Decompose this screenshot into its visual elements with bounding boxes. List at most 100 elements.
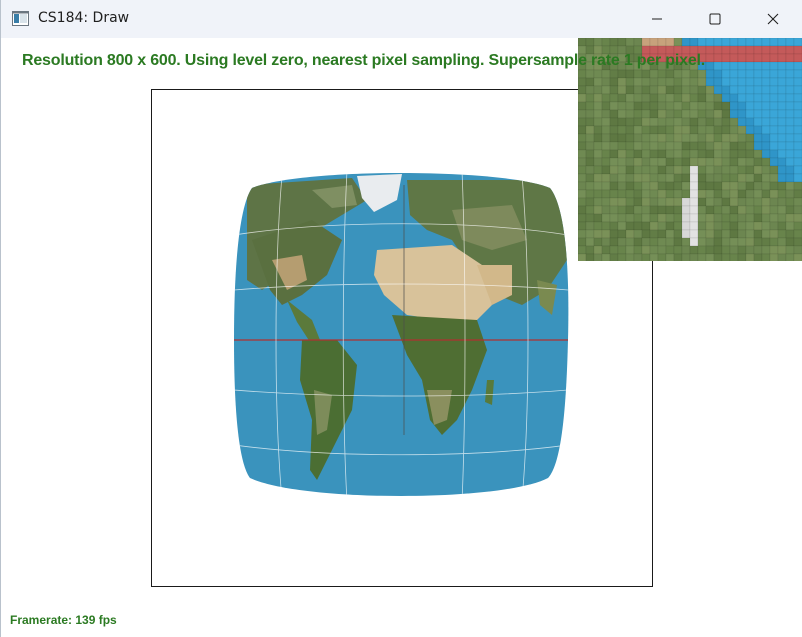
zoom-pixel bbox=[673, 197, 683, 207]
zoom-pixel bbox=[721, 141, 731, 151]
zoom-pixel bbox=[705, 117, 715, 127]
zoom-pixel bbox=[617, 117, 627, 127]
zoom-pixel bbox=[729, 189, 739, 199]
zoom-pixel bbox=[593, 133, 603, 143]
zoom-pixel bbox=[729, 205, 739, 215]
zoom-pixel bbox=[649, 213, 659, 223]
zoom-pixel bbox=[617, 141, 627, 151]
zoom-pixel bbox=[625, 117, 635, 127]
zoom-pixel bbox=[681, 221, 691, 231]
zoom-pixel bbox=[785, 125, 795, 135]
zoom-pixel bbox=[713, 45, 723, 55]
zoom-pixel bbox=[769, 85, 779, 95]
zoom-pixel bbox=[729, 61, 739, 71]
zoom-pixel bbox=[689, 38, 699, 47]
zoom-pixel bbox=[697, 253, 707, 261]
zoom-pixel bbox=[705, 253, 715, 261]
zoom-pixel bbox=[681, 253, 691, 261]
zoom-pixel bbox=[737, 101, 747, 111]
zoom-pixel bbox=[721, 38, 731, 47]
zoom-pixel bbox=[593, 93, 603, 103]
zoom-pixel bbox=[737, 165, 747, 175]
zoom-pixel bbox=[657, 189, 667, 199]
zoom-pixel bbox=[777, 213, 787, 223]
zoom-pixel bbox=[649, 109, 659, 119]
zoom-pixel bbox=[697, 189, 707, 199]
zoom-pixel bbox=[689, 237, 699, 247]
zoom-pixel bbox=[649, 181, 659, 191]
magnified-pixel-grid bbox=[578, 38, 802, 261]
zoom-pixel bbox=[673, 149, 683, 159]
zoom-pixel bbox=[649, 133, 659, 143]
zoom-pixel bbox=[729, 181, 739, 191]
zoom-pixel bbox=[601, 237, 611, 247]
zoom-pixel bbox=[793, 245, 802, 255]
zoom-pixel bbox=[609, 38, 619, 47]
zoom-pixel bbox=[753, 149, 763, 159]
zoom-pixel bbox=[785, 45, 795, 55]
zoom-pixel bbox=[625, 229, 635, 239]
maximize-button[interactable] bbox=[686, 0, 744, 38]
zoom-pixel bbox=[705, 245, 715, 255]
zoom-pixel bbox=[665, 38, 675, 47]
zoom-pixel bbox=[617, 38, 627, 47]
zoom-pixel bbox=[737, 189, 747, 199]
zoom-pixel bbox=[673, 173, 683, 183]
zoom-pixel bbox=[793, 125, 802, 135]
zoom-pixel bbox=[777, 77, 787, 87]
zoom-pixel bbox=[585, 117, 595, 127]
zoom-pixel bbox=[777, 165, 787, 175]
zoom-pixel bbox=[625, 77, 635, 87]
draw-canvas-area[interactable]: Resolution 800 x 600. Using level zero, … bbox=[1, 38, 802, 637]
zoom-pixel bbox=[785, 85, 795, 95]
zoom-pixel bbox=[641, 213, 651, 223]
close-button[interactable] bbox=[744, 0, 802, 38]
zoom-pixel bbox=[593, 165, 603, 175]
zoom-pixel bbox=[769, 237, 779, 247]
zoom-pixel bbox=[761, 229, 771, 239]
zoom-pixel bbox=[713, 157, 723, 167]
zoom-pixel bbox=[793, 101, 802, 111]
zoom-pixel bbox=[737, 117, 747, 127]
zoom-pixel bbox=[713, 61, 723, 71]
zoom-pixel bbox=[657, 197, 667, 207]
zoom-pixel bbox=[705, 69, 715, 79]
zoom-pixel bbox=[721, 101, 731, 111]
zoom-pixel bbox=[681, 133, 691, 143]
zoom-pixel bbox=[601, 149, 611, 159]
zoom-pixel bbox=[737, 61, 747, 71]
zoom-pixel bbox=[785, 213, 795, 223]
zoom-pixel bbox=[761, 149, 771, 159]
zoom-pixel bbox=[793, 165, 802, 175]
zoom-pixel bbox=[649, 125, 659, 135]
zoom-pixel bbox=[689, 93, 699, 103]
zoom-pixel bbox=[609, 181, 619, 191]
zoom-pixel bbox=[777, 69, 787, 79]
zoom-pixel bbox=[593, 229, 603, 239]
zoom-pixel bbox=[737, 125, 747, 135]
zoom-pixel bbox=[649, 117, 659, 127]
zoom-pixel bbox=[633, 181, 643, 191]
zoom-pixel bbox=[641, 77, 651, 87]
zoom-pixel bbox=[761, 93, 771, 103]
zoom-pixel bbox=[761, 197, 771, 207]
zoom-pixel bbox=[593, 85, 603, 95]
minimize-button[interactable] bbox=[628, 0, 686, 38]
zoom-pixel bbox=[681, 181, 691, 191]
zoom-pixel bbox=[641, 38, 651, 47]
zoom-pixel bbox=[713, 173, 723, 183]
zoom-pixel bbox=[753, 173, 763, 183]
zoom-pixel bbox=[705, 205, 715, 215]
zoom-pixel bbox=[697, 149, 707, 159]
zoom-pixel bbox=[769, 101, 779, 111]
zoom-pixel bbox=[769, 69, 779, 79]
zoom-pixel bbox=[649, 205, 659, 215]
zoom-pixel bbox=[649, 237, 659, 247]
zoom-pixel bbox=[665, 213, 675, 223]
zoom-pixel bbox=[705, 157, 715, 167]
zoom-pixel bbox=[649, 77, 659, 87]
zoom-pixel bbox=[785, 165, 795, 175]
title-bar[interactable]: CS184: Draw bbox=[1, 0, 802, 38]
zoom-pixel bbox=[697, 197, 707, 207]
zoom-pixel bbox=[777, 173, 787, 183]
